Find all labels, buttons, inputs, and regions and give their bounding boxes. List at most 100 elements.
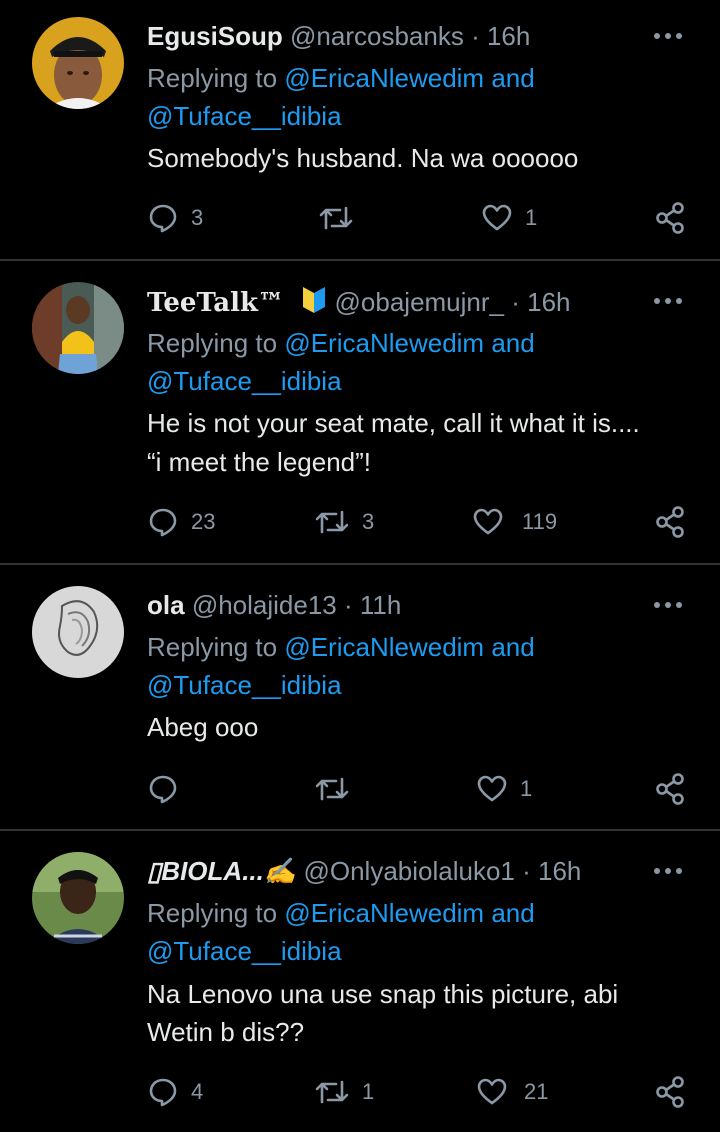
retweet-icon [315,1080,349,1104]
share-button[interactable] [654,1074,686,1110]
tweet-text-line-2: Wetin b dis?? [147,1017,305,1047]
handle[interactable]: @holajide13 [192,590,337,620]
more-options-icon[interactable] [654,298,686,308]
replying-to: Replying to @EricaNlewedim and [147,897,535,929]
reply-mention-1[interactable]: @EricaNlewedim [284,632,484,662]
display-name[interactable]: ▯BIOLA...✍ [147,856,296,886]
replying-to-label: Replying to [147,328,278,358]
timestamp[interactable]: 16h [527,287,570,317]
like-count: 1 [525,205,538,230]
reply-mention-1[interactable]: @EricaNlewedim [284,63,484,93]
heart-icon [477,775,507,802]
reply-mention-1[interactable]: @EricaNlewedim [284,328,484,358]
reply-count: 4 [191,1079,204,1104]
reply-button[interactable] [147,771,191,807]
tweet-header: EgusiSoup @narcosbanks · 16h [147,20,530,52]
reply-mention-2[interactable]: @Tuface__idibia [147,935,342,967]
reply-count: 3 [191,205,204,230]
replying-to-label: Replying to [147,63,278,93]
retweet-icon [315,510,349,534]
reply-mention-2[interactable]: @Tuface__idibia [147,100,342,132]
display-name[interactable]: TeeTalk™ [147,288,284,318]
like-button[interactable]: 1 [476,771,532,807]
share-icon [656,506,684,538]
retweet-icon [319,206,353,230]
avatar[interactable] [32,17,124,109]
more-options-icon[interactable] [654,868,686,878]
reply-mention-2[interactable]: @Tuface__idibia [147,669,342,701]
tweet-text-line-1: Somebody's husband. Na wa oooooo [147,143,579,173]
retweet-button[interactable]: 3 [314,504,374,540]
replying-to-label: Replying to [147,632,278,662]
like-button[interactable]: 119 [472,504,557,540]
tweet-text-line-1: He is not your seat mate, call it what i… [147,408,640,438]
reply-mention-2[interactable]: @Tuface__idibia [147,365,342,397]
tweet-header: ▯BIOLA...✍ @Onlyabiolaluko1 · 16h [147,855,581,887]
tweet-header: ola @holajide13 · 11h [147,589,401,621]
separator-dot: · [344,590,353,620]
separator-dot: · [522,856,531,886]
reply-mention-1[interactable]: @EricaNlewedim [284,898,484,928]
reply-icon [149,204,177,233]
replying-to-label: Replying to [147,898,278,928]
tweet-2[interactable]: TeeTalk™ @obajemujnr_ · 16h Replying to … [0,261,720,563]
more-options-icon[interactable] [654,33,686,43]
timestamp[interactable]: 11h [360,590,401,620]
handle[interactable]: @Onlyabiolaluko1 [303,856,514,886]
reply-button[interactable]: 23 [147,504,215,540]
tweet-text-line-2: “i meet the legend”! [147,447,372,477]
display-name[interactable]: EgusiSoup [147,21,283,51]
beginner-badge-icon [303,287,326,313]
reply-and: and [491,328,535,358]
separator-dot: · [471,21,480,51]
heart-icon [473,508,503,535]
more-options-icon[interactable] [654,602,686,612]
tweet-text-line-1: Abeg ooo [147,712,259,742]
tweet-text-line-1: Na Lenovo una use snap this picture, abi [147,979,619,1009]
tweet-4[interactable]: ▯BIOLA...✍ @Onlyabiolaluko1 · 16h Replyi… [0,831,720,1132]
replying-to: Replying to @EricaNlewedim and [147,62,535,94]
reply-icon [149,508,177,537]
avatar[interactable] [32,586,124,678]
reply-icon [149,775,177,804]
reply-button[interactable]: 3 [147,200,203,236]
reply-and: and [491,898,535,928]
like-button[interactable]: 21 [476,1074,548,1110]
share-icon [656,1076,684,1108]
replying-to: Replying to @EricaNlewedim and [147,327,535,359]
reply-count: 23 [191,509,216,534]
avatar[interactable] [32,282,124,374]
reply-icon [149,1078,177,1107]
timestamp[interactable]: 16h [487,21,530,51]
like-button[interactable]: 1 [481,200,537,236]
replying-to: Replying to @EricaNlewedim and [147,631,535,663]
tweet-3[interactable]: ola @holajide13 · 11h Replying to @Erica… [0,565,720,829]
tweet-1[interactable]: EgusiSoup @narcosbanks · 16h Replying to… [0,0,720,258]
retweet-icon [315,777,349,801]
reply-button[interactable]: 4 [147,1074,203,1110]
timestamp[interactable]: 16h [538,856,581,886]
heart-icon [477,1078,507,1105]
share-button[interactable] [654,200,686,236]
like-count: 1 [520,776,533,801]
share-icon [656,773,684,805]
share-button[interactable] [654,771,686,807]
like-count: 21 [524,1079,549,1104]
retweet-button[interactable] [318,200,366,236]
reply-and: and [491,632,535,662]
reply-and: and [491,63,535,93]
retweet-button[interactable] [314,771,362,807]
share-button[interactable] [654,504,686,540]
heart-icon [482,204,512,231]
retweet-count: 3 [362,509,375,534]
like-count: 119 [522,509,558,534]
retweet-count: 1 [362,1079,375,1104]
display-name[interactable]: ola [147,590,185,620]
handle[interactable]: @obajemujnr_ [335,287,504,317]
handle[interactable]: @narcosbanks [290,21,464,51]
separator-dot: · [511,287,520,317]
share-icon [656,202,684,234]
retweet-button[interactable]: 1 [314,1074,374,1110]
tweet-header: TeeTalk™ @obajemujnr_ · 16h [147,285,571,319]
avatar[interactable] [32,852,124,944]
